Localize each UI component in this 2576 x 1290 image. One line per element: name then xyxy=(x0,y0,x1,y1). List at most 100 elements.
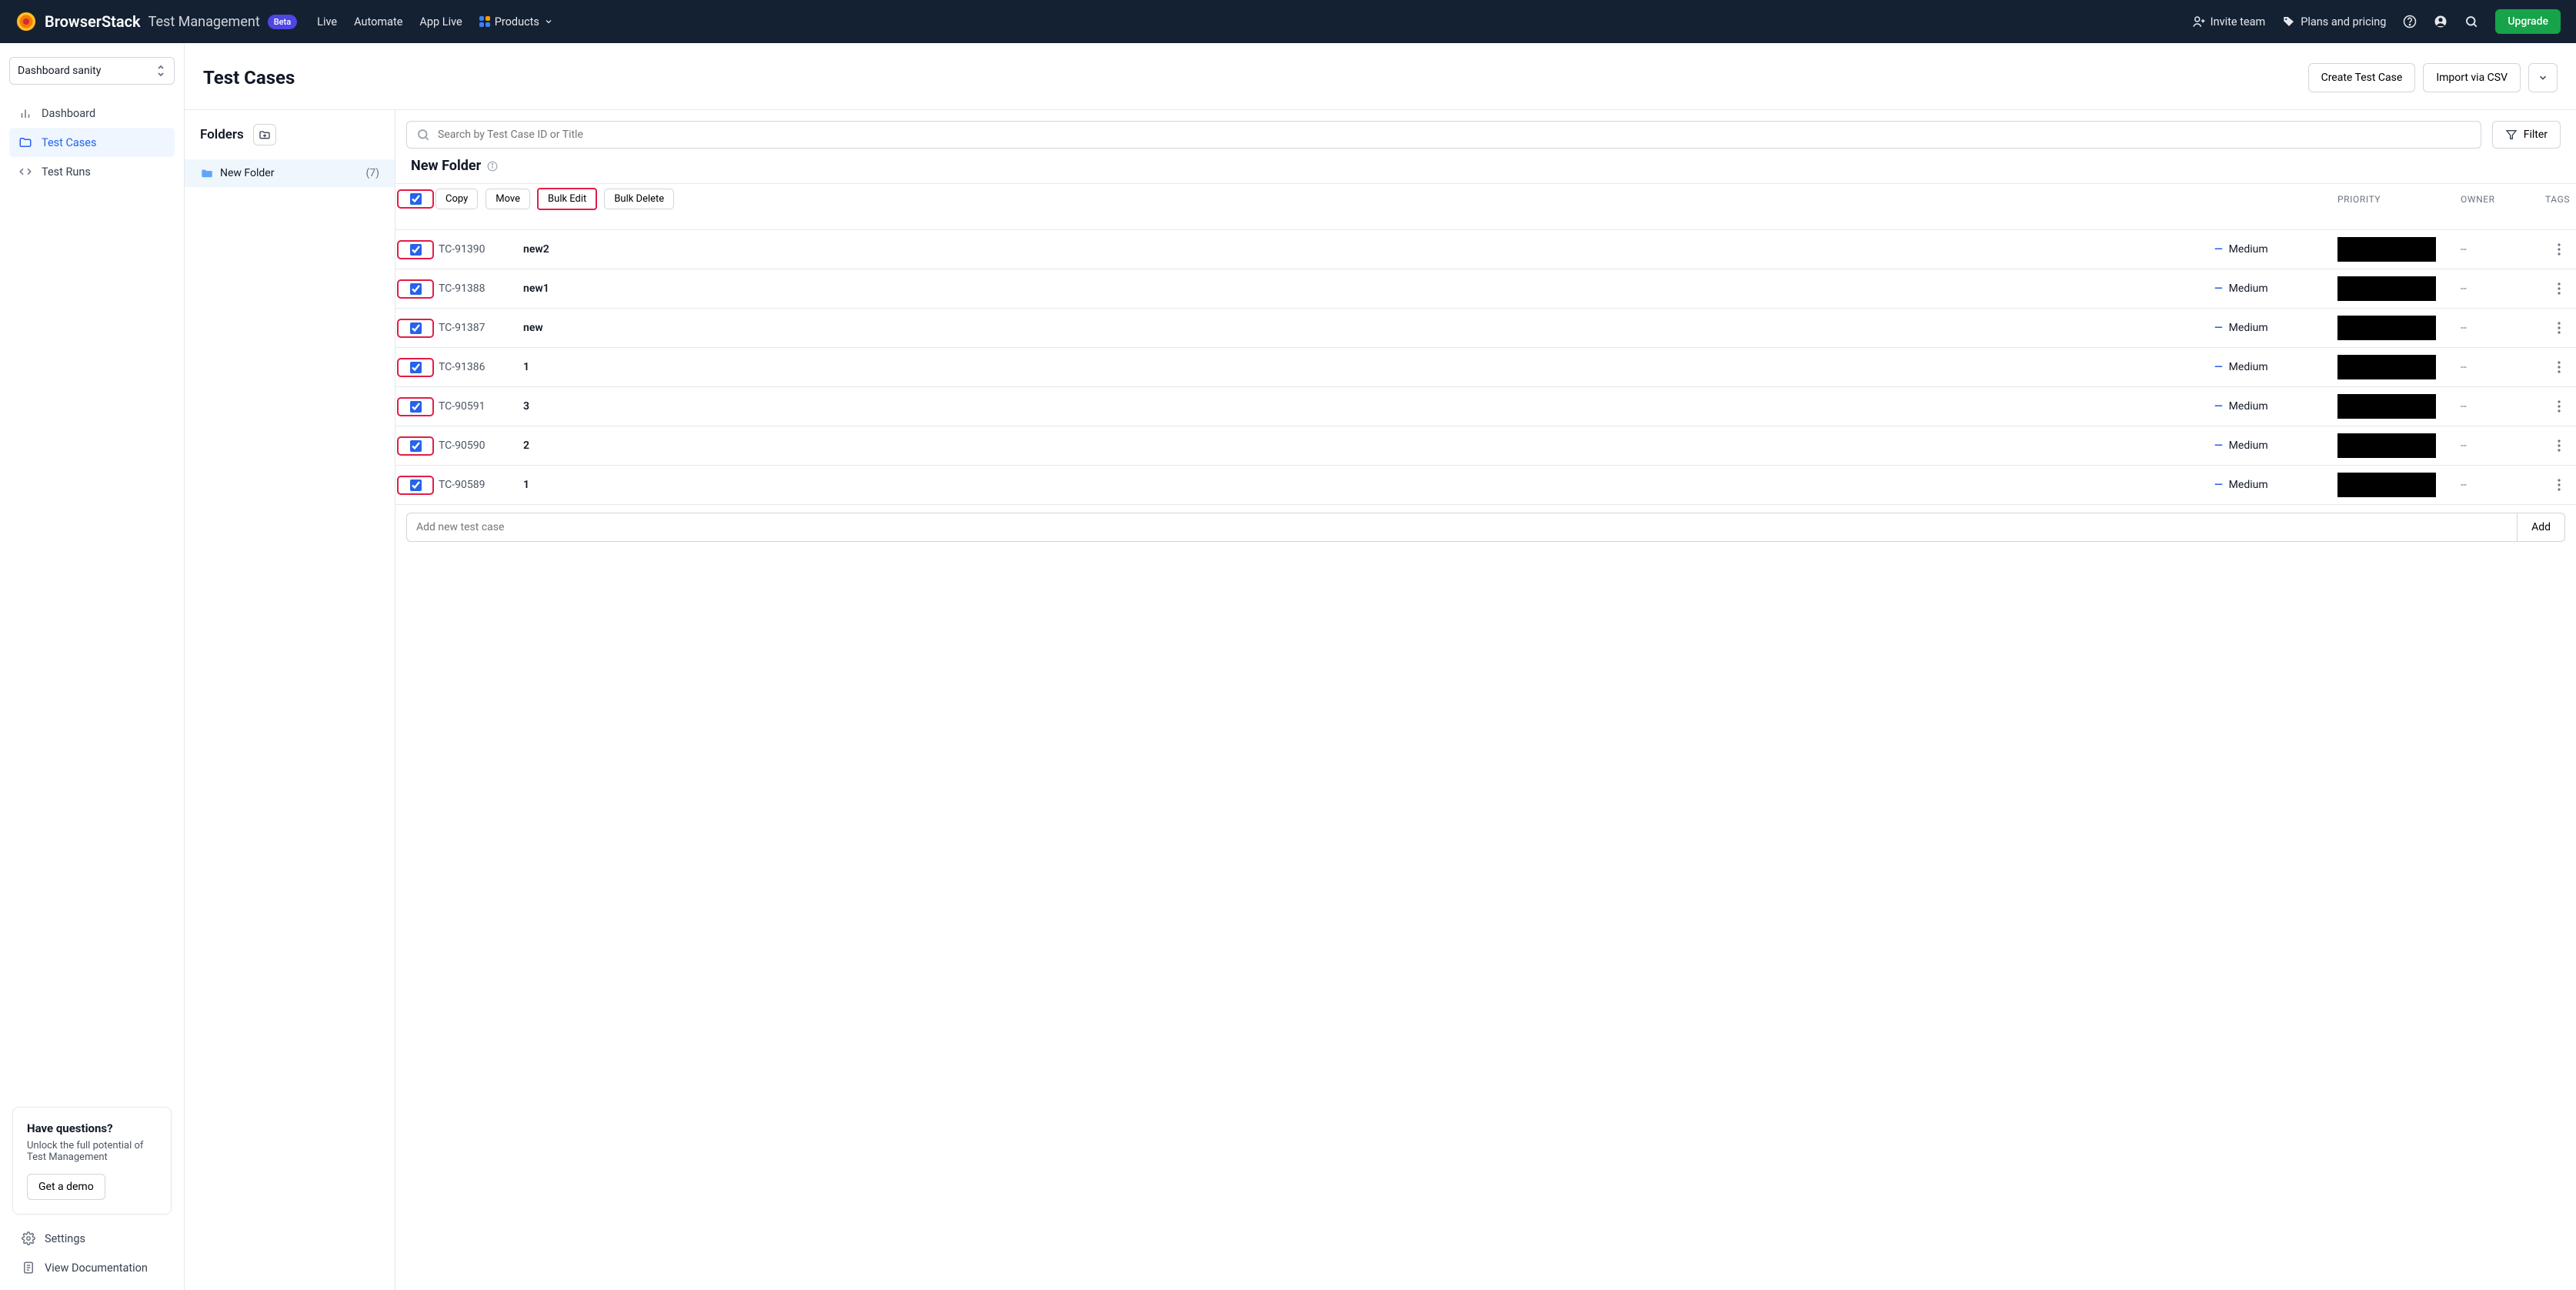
owner-redacted xyxy=(2337,355,2436,379)
chevron-down-icon xyxy=(544,17,553,26)
add-test-case-input[interactable] xyxy=(406,513,2517,542)
test-case-title[interactable]: new xyxy=(520,315,2211,341)
account-icon[interactable] xyxy=(2434,15,2448,28)
move-button[interactable]: Move xyxy=(486,189,530,209)
row-checkbox[interactable] xyxy=(410,244,422,256)
kebab-icon xyxy=(2558,400,2561,413)
sidebar-item-dashboard[interactable]: Dashboard xyxy=(9,99,175,128)
search-input[interactable] xyxy=(438,129,2471,141)
sidebar-label: Dashboard xyxy=(42,107,95,120)
test-case-id: TC-90589 xyxy=(435,472,520,498)
row-checkbox[interactable] xyxy=(410,480,422,491)
table-row[interactable]: TC-90591 3 —Medium -- xyxy=(395,387,2576,426)
priority-cell: —Medium xyxy=(2211,236,2334,262)
select-all-checkbox[interactable] xyxy=(410,193,422,205)
test-case-title[interactable]: 1 xyxy=(520,354,2211,380)
row-menu-button[interactable] xyxy=(2542,472,2576,498)
info-icon[interactable] xyxy=(487,161,498,172)
search-icon xyxy=(416,128,430,142)
sidebar-item-test-cases[interactable]: Test Cases xyxy=(9,128,175,157)
row-menu-button[interactable] xyxy=(2542,276,2576,302)
table-row[interactable]: TC-91390 new2 —Medium -- xyxy=(395,230,2576,269)
create-test-case-button[interactable]: Create Test Case xyxy=(2308,63,2416,92)
left-sidebar: Dashboard sanity Dashboard Test Cases Te… xyxy=(0,43,185,1290)
row-checkbox[interactable] xyxy=(410,362,422,373)
table-row[interactable]: TC-90589 1 —Medium -- xyxy=(395,466,2576,505)
priority-cell: —Medium xyxy=(2211,276,2334,302)
test-case-title[interactable]: 2 xyxy=(520,433,2211,459)
row-menu-button[interactable] xyxy=(2542,236,2576,262)
folder-row[interactable]: New Folder (7) xyxy=(185,159,395,187)
priority-cell: —Medium xyxy=(2211,472,2334,498)
add-folder-button[interactable] xyxy=(253,124,276,145)
upgrade-button[interactable]: Upgrade xyxy=(2495,9,2561,34)
sidebar-item-settings[interactable]: Settings xyxy=(12,1224,172,1253)
row-checkbox[interactable] xyxy=(410,322,422,334)
row-menu-button[interactable] xyxy=(2542,354,2576,380)
nav-products-label: Products xyxy=(495,15,539,28)
test-case-title[interactable]: new2 xyxy=(520,236,2211,262)
add-test-case-button[interactable]: Add xyxy=(2517,513,2565,542)
folder-count: (7) xyxy=(365,167,379,179)
kebab-icon xyxy=(2558,439,2561,452)
nav-app-live[interactable]: App Live xyxy=(419,15,462,28)
row-menu-button[interactable] xyxy=(2542,433,2576,459)
gear-icon xyxy=(22,1232,35,1245)
bulk-delete-button[interactable]: Bulk Delete xyxy=(604,189,674,209)
copy-button[interactable]: Copy xyxy=(435,189,478,209)
test-case-title[interactable]: 3 xyxy=(520,393,2211,419)
folder-plus-icon xyxy=(259,129,271,140)
tags-cell: -- xyxy=(2458,315,2542,341)
project-select[interactable]: Dashboard sanity xyxy=(9,57,175,85)
current-folder-title: New Folder xyxy=(411,158,481,174)
filter-button[interactable]: Filter xyxy=(2492,121,2561,149)
brand-group: BrowserStack Test Management Beta xyxy=(15,11,297,32)
plans-label: Plans and pricing xyxy=(2301,15,2386,28)
nav-live[interactable]: Live xyxy=(317,15,337,28)
nav-automate[interactable]: Automate xyxy=(354,15,402,28)
code-icon xyxy=(18,165,32,179)
help-icon[interactable] xyxy=(2403,15,2417,28)
table-row[interactable]: TC-90590 2 —Medium -- xyxy=(395,426,2576,466)
test-case-title[interactable]: new1 xyxy=(520,276,2211,302)
invite-team-link[interactable]: Invite team xyxy=(2192,15,2266,28)
table-row[interactable]: TC-91387 new —Medium -- xyxy=(395,309,2576,348)
row-checkbox[interactable] xyxy=(410,401,422,413)
more-actions-button[interactable] xyxy=(2528,63,2558,92)
test-case-id: TC-91388 xyxy=(435,276,520,302)
sidebar-item-test-runs[interactable]: Test Runs xyxy=(9,157,175,186)
import-csv-button[interactable]: Import via CSV xyxy=(2423,63,2521,92)
search-input-wrap[interactable] xyxy=(406,121,2481,149)
page-header: Test Cases Create Test Case Import via C… xyxy=(185,43,2576,110)
sidebar-label: Settings xyxy=(45,1232,85,1245)
help-body: Unlock the full potential of Test Manage… xyxy=(27,1140,157,1163)
table-row[interactable]: TC-91388 new1 —Medium -- xyxy=(395,269,2576,309)
row-menu-button[interactable] xyxy=(2542,315,2576,341)
test-case-title[interactable]: 1 xyxy=(520,472,2211,498)
tag-icon xyxy=(2282,15,2296,28)
page-title: Test Cases xyxy=(203,67,295,89)
get-demo-button[interactable]: Get a demo xyxy=(27,1174,105,1200)
search-icon[interactable] xyxy=(2464,15,2478,28)
bulk-edit-button[interactable]: Bulk Edit xyxy=(538,189,596,209)
tags-cell: -- xyxy=(2458,472,2542,498)
kebab-icon xyxy=(2558,243,2561,256)
kebab-icon xyxy=(2558,479,2561,491)
kebab-icon xyxy=(2558,282,2561,295)
owner-redacted xyxy=(2337,276,2436,301)
row-checkbox[interactable] xyxy=(410,440,422,452)
nav-products[interactable]: Products xyxy=(479,15,553,28)
folders-heading: Folders xyxy=(200,127,244,142)
owner-redacted xyxy=(2337,394,2436,419)
plans-link[interactable]: Plans and pricing xyxy=(2282,15,2386,28)
top-nav: BrowserStack Test Management Beta Live A… xyxy=(0,0,2576,43)
help-title: Have questions? xyxy=(27,1121,157,1135)
select-chevrons-icon xyxy=(155,64,166,78)
row-checkbox[interactable] xyxy=(410,283,422,295)
table-header: Copy Move Bulk Edit Bulk Delete PRIORITY… xyxy=(395,184,2576,230)
sidebar-item-docs[interactable]: View Documentation xyxy=(12,1253,172,1282)
invite-team-label: Invite team xyxy=(2211,15,2266,28)
tags-cell: -- xyxy=(2458,433,2542,459)
table-row[interactable]: TC-91386 1 —Medium -- xyxy=(395,348,2576,387)
row-menu-button[interactable] xyxy=(2542,393,2576,419)
